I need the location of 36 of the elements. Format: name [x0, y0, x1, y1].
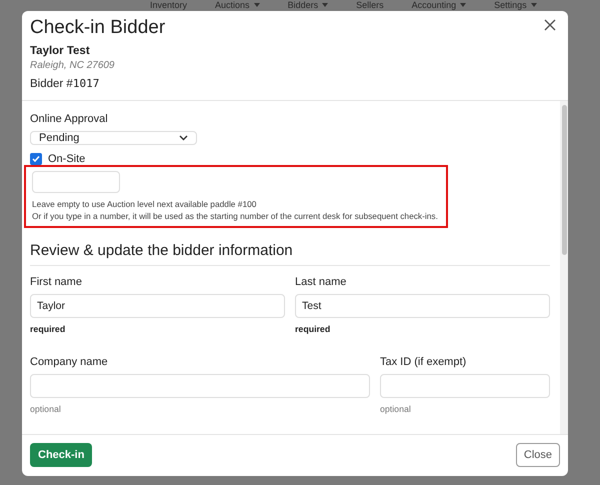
check-in-button[interactable]: Check-in — [30, 443, 92, 467]
field-label: Tax ID (if exempt) — [380, 356, 468, 368]
close-icon[interactable] — [542, 17, 558, 33]
bidder-location: Raleigh, NC 27609 — [30, 60, 116, 71]
nav-item[interactable]: Settings — [494, 0, 537, 10]
nav-item[interactable]: Sellers — [356, 0, 384, 10]
dialog-title: Check-in Bidder — [30, 17, 166, 39]
field-label: First name — [30, 276, 83, 288]
field-label: Last name — [295, 276, 348, 288]
field-hint: optional — [380, 404, 412, 414]
text-input[interactable]: Test — [295, 294, 550, 318]
scrollbar[interactable] — [560, 101, 568, 434]
field-hint: optional — [30, 404, 62, 414]
help-text: Or if you type in a number, it will be used as the starting number of the current desk for subsequent check-ins. — [32, 210, 439, 222]
help-text: Leave empty to use Auction level next available paddle #100 — [32, 198, 258, 210]
field-label: Company name — [30, 356, 109, 368]
bidder-number: 1017 — [72, 77, 100, 90]
nav-item[interactable]: Bidders — [288, 0, 328, 10]
field-hint: required — [295, 324, 332, 334]
field-label: Online Approval — [30, 113, 109, 125]
text-input[interactable] — [380, 374, 550, 398]
text-input[interactable]: Taylor — [30, 294, 285, 318]
field-hint: required — [30, 324, 66, 334]
close-button[interactable]: Close — [516, 443, 560, 467]
nav-item[interactable]: Auctions — [215, 0, 260, 10]
nav-item[interactable]: Accounting — [412, 0, 466, 10]
nav-item[interactable]: Inventory — [150, 0, 188, 10]
section-title: Review & update the bidder information — [30, 242, 550, 266]
on-site-checkbox[interactable] — [30, 153, 42, 165]
checkbox-label: On-Site — [48, 153, 86, 165]
approval-select[interactable]: Pending — [30, 131, 197, 145]
chevron-down-icon — [179, 135, 188, 141]
text-input[interactable] — [30, 374, 370, 398]
bidder-name: Taylor Test — [30, 45, 91, 57]
paddle-input[interactable] — [32, 171, 120, 193]
bidder-label: Bidder # — [30, 78, 73, 90]
